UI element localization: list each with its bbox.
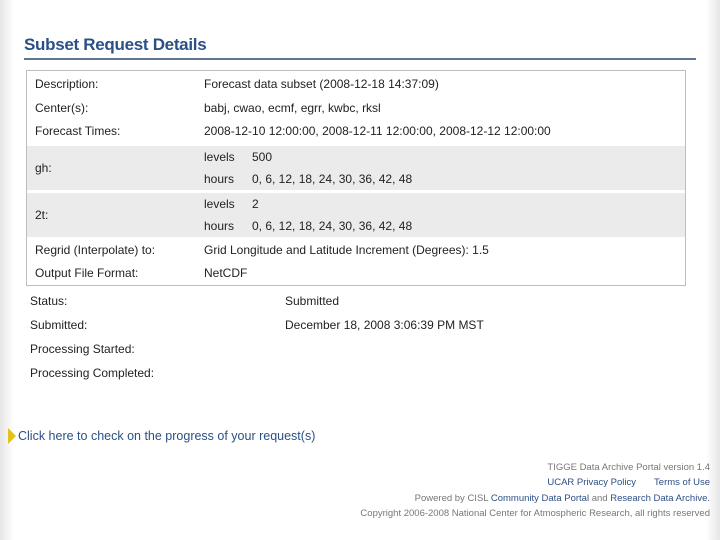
processing-completed-label: Processing Completed: — [30, 366, 155, 380]
page-title: Subset Request Details — [24, 35, 207, 54]
centers-row: Center(s): babj, cwao, ecmf, egrr, kwbc,… — [27, 101, 685, 121]
regrid-value: Grid Longitude and Latitude Increment (D… — [204, 243, 489, 257]
title-divider — [24, 58, 696, 60]
processing-started-label: Processing Started: — [30, 342, 135, 356]
check-progress-link[interactable]: Click here to check on the progress of y… — [8, 428, 315, 444]
copyright-text: Copyright 2006-2008 National Center for … — [360, 508, 710, 520]
footer: TIGGE Data Archive Portal version 1.4 UC… — [360, 462, 710, 524]
footer-links: UCAR Privacy Policy Terms of Use — [360, 477, 710, 488]
gh-levels-value: 500 — [252, 150, 273, 164]
submitted-value: December 18, 2008 3:06:39 PM MST — [285, 318, 484, 332]
t2-hours-key: hours — [204, 219, 235, 233]
and-text: and — [591, 492, 608, 504]
forecast-times-label: Forecast Times: — [35, 124, 121, 138]
t2-hours-value: 0, 6, 12, 18, 24, 30, 36, 42, 48 — [252, 219, 413, 233]
left-edge-shade — [0, 0, 14, 540]
privacy-policy-link[interactable]: UCAR Privacy Policy — [547, 477, 636, 488]
regrid-row: Regrid (Interpolate) to: Grid Longitude … — [27, 243, 685, 263]
version-text: TIGGE Data Archive Portal version 1.4 — [547, 462, 710, 473]
arrow-right-icon — [8, 428, 16, 444]
gh-label: gh: — [35, 161, 52, 175]
submitted-label: Submitted: — [30, 318, 88, 332]
t2-levels-key: levels — [204, 197, 235, 211]
terms-of-use-link[interactable]: Terms of Use — [654, 477, 710, 488]
description-value: Forecast data subset (2008-12-18 14:37:0… — [204, 77, 439, 91]
request-details-table: Description: Forecast data subset (2008-… — [26, 70, 686, 286]
gh-row: gh: levels 500 hours 0, 6, 12, 18, 24, 3… — [27, 146, 685, 190]
community-data-portal-link[interactable]: Community Data Portal — [491, 493, 589, 504]
right-edge-shade — [706, 0, 720, 540]
research-data-archive-link[interactable]: Research Data Archive. — [610, 493, 710, 504]
status-value: Submitted — [285, 294, 340, 308]
regrid-label: Regrid (Interpolate) to: — [35, 243, 156, 257]
description-label: Description: — [35, 77, 99, 91]
format-value: NetCDF — [204, 266, 248, 280]
forecast-times-value: 2008-12-10 12:00:00, 2008-12-11 12:00:00… — [204, 124, 551, 138]
format-row: Output File Format: NetCDF — [27, 266, 685, 286]
gh-levels-key: levels — [204, 150, 235, 164]
forecast-times-row: Forecast Times: 2008-12-10 12:00:00, 200… — [27, 124, 685, 144]
centers-value: babj, cwao, ecmf, egrr, kwbc, rksl — [204, 101, 381, 115]
check-progress-link-text: Click here to check on the progress of y… — [18, 429, 316, 443]
t2-label: 2t: — [35, 208, 49, 222]
gh-hours-value: 0, 6, 12, 18, 24, 30, 36, 42, 48 — [252, 172, 413, 186]
t2-row: 2t: levels 2 hours 0, 6, 12, 18, 24, 30,… — [27, 193, 685, 237]
gh-hours-key: hours — [204, 172, 235, 186]
status-label: Status: — [30, 294, 68, 308]
t2-levels-value: 2 — [252, 197, 259, 211]
centers-label: Center(s): — [35, 101, 89, 115]
description-row: Description: Forecast data subset (2008-… — [27, 77, 685, 97]
powered-by-line: Powered by CISL Community Data Portal an… — [360, 493, 710, 504]
format-label: Output File Format: — [35, 266, 139, 280]
powered-by-text: Powered by CISL — [414, 492, 489, 504]
